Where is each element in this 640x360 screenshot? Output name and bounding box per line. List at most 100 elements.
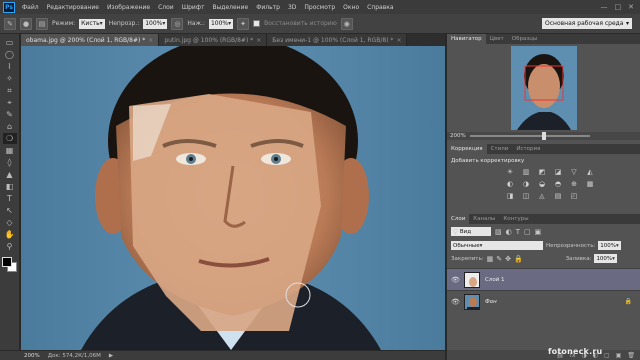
hue-adjustment-icon[interactable]: ◭: [585, 168, 595, 177]
minimize-icon[interactable]: —: [601, 3, 608, 11]
doc-tab-untitled[interactable]: Без имени-1 @ 100% (Слой 1, RGB/8) * ×: [267, 34, 408, 46]
lasso-tool-icon[interactable]: ⌇: [3, 61, 17, 72]
airbrush-icon[interactable]: ✦: [237, 17, 250, 30]
black-white-adjustment-icon[interactable]: ◑: [521, 180, 531, 189]
delete-layer-icon[interactable]: 🗑: [627, 352, 635, 359]
visibility-eye-icon[interactable]: 👁: [451, 276, 460, 284]
exposure-adjustment-icon[interactable]: ◪: [553, 168, 563, 177]
elliptical-marquee-tool-icon[interactable]: ◯: [3, 49, 17, 60]
color-swatches[interactable]: [1, 257, 18, 273]
tab-swatches[interactable]: Образцы: [508, 34, 542, 44]
eyedropper-tool-icon[interactable]: ⌖: [3, 97, 17, 108]
marquee-tool-icon[interactable]: ▭: [3, 37, 17, 48]
menu-filter[interactable]: Фильтр: [252, 4, 284, 11]
tab-styles[interactable]: Стили: [487, 144, 513, 154]
pressure-opacity-icon[interactable]: ◎: [171, 17, 184, 30]
posterize-adjustment-icon[interactable]: ◨: [505, 192, 515, 201]
shadows-adjustment-icon[interactable]: ◰: [569, 192, 579, 201]
threshold-adjustment-icon[interactable]: ◫: [521, 192, 531, 201]
close-icon[interactable]: ✕: [628, 3, 634, 11]
document-canvas[interactable]: [21, 46, 445, 350]
history-brush-tool-icon[interactable]: ✎: [4, 17, 16, 30]
filter-smart-icon[interactable]: ▣: [535, 228, 542, 236]
navigator-zoom-value[interactable]: 200%: [450, 133, 466, 139]
brush-preset-icon[interactable]: ●: [20, 17, 32, 30]
lock-all-icon[interactable]: 🔒: [514, 255, 523, 263]
path-selection-tool-icon[interactable]: ↖: [3, 205, 17, 216]
layer-item-layer1[interactable]: 👁 Слой 1: [447, 268, 640, 290]
tab-adjustments[interactable]: Коррекция: [447, 144, 487, 154]
slider-knob[interactable]: [541, 132, 546, 140]
layer-name[interactable]: Слой 1: [485, 277, 505, 283]
menu-select[interactable]: Выделение: [208, 4, 252, 11]
selective-color-adjustment-icon[interactable]: ◬: [537, 192, 547, 201]
menu-window[interactable]: Окно: [339, 4, 363, 11]
tab-layers[interactable]: Слои: [447, 214, 470, 224]
blur-tool-icon[interactable]: ▲: [3, 169, 17, 180]
filter-pixel-icon[interactable]: ▨: [495, 228, 502, 236]
blend-mode-select[interactable]: Обычные: [451, 241, 543, 250]
tab-color[interactable]: Цвет: [486, 34, 508, 44]
menu-type[interactable]: Шрифт: [178, 4, 209, 11]
quick-selection-tool-icon[interactable]: ✧: [3, 73, 17, 84]
opacity-field[interactable]: 100%: [143, 18, 168, 29]
menu-3d[interactable]: 3D: [284, 4, 300, 11]
stamp-tool-icon[interactable]: ⌂: [3, 121, 17, 132]
close-tab-icon[interactable]: ×: [148, 37, 153, 44]
visibility-eye-icon[interactable]: 👁: [451, 298, 460, 306]
brightness-adjustment-icon[interactable]: ☀: [505, 168, 515, 177]
history-brush-tool-icon[interactable]: ❍: [2, 133, 17, 144]
tab-channels[interactable]: Каналы: [469, 214, 499, 224]
brush-panel-icon[interactable]: ▤: [36, 17, 48, 30]
dodge-tool-icon[interactable]: ◧: [3, 181, 17, 192]
tab-history[interactable]: История: [512, 144, 544, 154]
doc-tab-obama[interactable]: obama.jpg @ 200% (Слой 1, RGB/8#) * ×: [21, 34, 160, 46]
layer-kind-select[interactable]: ⚲ Вид: [451, 227, 491, 236]
pressure-field[interactable]: 100%: [208, 18, 234, 29]
status-zoom[interactable]: 200%: [24, 353, 40, 359]
pressure-size-icon[interactable]: ◉: [340, 17, 353, 30]
color-lookup-adjustment-icon[interactable]: ⊕: [569, 180, 579, 189]
vibrance-adjustment-icon[interactable]: ▽: [569, 168, 579, 177]
gradient-map-adjustment-icon[interactable]: ▤: [553, 192, 563, 201]
menu-view[interactable]: Просмотр: [300, 4, 339, 11]
close-tab-icon[interactable]: ×: [396, 37, 401, 44]
invert-adjustment-icon[interactable]: ▦: [585, 180, 595, 189]
photo-filter-adjustment-icon[interactable]: ◒: [537, 180, 547, 189]
tab-navigator[interactable]: Навигатор: [447, 34, 486, 44]
restore-history-checkbox[interactable]: [253, 20, 261, 27]
layer-name[interactable]: Фон: [485, 299, 497, 305]
mode-select[interactable]: Кисть: [79, 18, 105, 29]
levels-adjustment-icon[interactable]: ▥: [521, 168, 531, 177]
color-balance-adjustment-icon[interactable]: ◐: [505, 180, 515, 189]
shape-tool-icon[interactable]: ◇: [3, 217, 17, 228]
workspace-select[interactable]: Основная рабочая среда: [542, 18, 632, 29]
type-tool-icon[interactable]: T: [3, 193, 17, 204]
menu-image[interactable]: Изображение: [103, 4, 154, 11]
curves-adjustment-icon[interactable]: ◩: [537, 168, 547, 177]
brush-tool-icon[interactable]: ✎: [3, 109, 17, 120]
zoom-tool-icon[interactable]: ⚲: [3, 241, 17, 252]
foreground-color-swatch[interactable]: [1, 257, 12, 267]
lock-transparent-icon[interactable]: ▦: [487, 255, 494, 263]
channel-mixer-adjustment-icon[interactable]: ◓: [553, 180, 563, 189]
new-layer-icon[interactable]: ▣: [616, 352, 622, 359]
doc-tab-putin[interactable]: putin.jpg @ 100% (RGB/8#) * ×: [159, 34, 268, 46]
menu-edit[interactable]: Редактирование: [43, 4, 103, 11]
lock-position-icon[interactable]: ✥: [505, 255, 511, 263]
close-tab-icon[interactable]: ×: [256, 37, 261, 44]
lock-image-icon[interactable]: ✎: [496, 255, 502, 263]
menu-file[interactable]: Файл: [18, 4, 43, 11]
crop-tool-icon[interactable]: ⌗: [3, 85, 17, 96]
tab-paths[interactable]: Контуры: [499, 214, 532, 224]
navigator-zoom-slider[interactable]: [469, 132, 590, 140]
filter-shape-icon[interactable]: ▢: [524, 228, 531, 236]
new-group-icon[interactable]: ▢: [604, 352, 610, 359]
layer-item-background[interactable]: 👁 Фон 🔒: [447, 290, 640, 312]
filter-adjustment-icon[interactable]: ◐: [506, 228, 512, 236]
fill-field[interactable]: 100%: [594, 254, 617, 263]
status-menu-arrow-icon[interactable]: ▶: [109, 353, 113, 359]
gradient-tool-icon[interactable]: ◊: [3, 157, 17, 168]
filter-type-icon[interactable]: T: [516, 228, 520, 236]
menu-layer[interactable]: Слои: [154, 4, 178, 11]
